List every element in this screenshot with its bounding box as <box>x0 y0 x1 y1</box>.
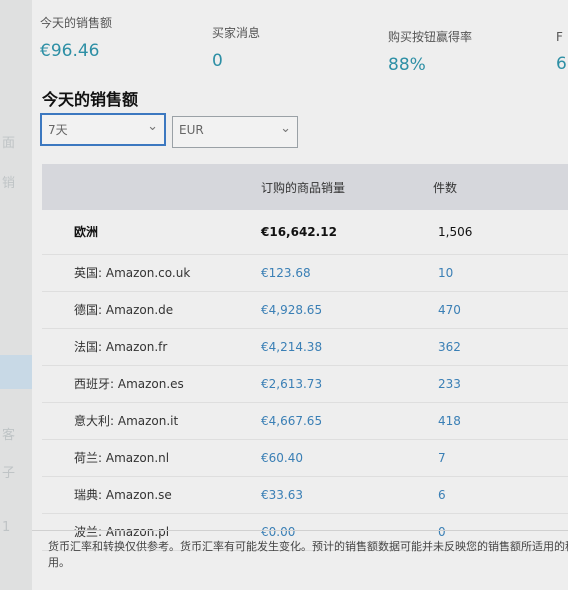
section-title: 今天的销售额 <box>42 90 139 109</box>
market-name: 欧洲 <box>42 210 260 255</box>
table-row: 法国: Amazon.fr €4,214.38 362 <box>42 328 568 366</box>
metric-buyer-messages[interactable]: 买家消息 0 <box>212 24 260 71</box>
sidebar-selected-item[interactable] <box>0 355 32 389</box>
table-header-sales: 订购的商品销量 <box>261 180 346 195</box>
units-link[interactable]: 418 <box>432 402 568 440</box>
sidebar-ghost-text: 客 <box>2 428 16 443</box>
divider <box>32 530 568 531</box>
units-link[interactable]: 362 <box>432 328 568 366</box>
table-row: 德国: Amazon.de €4,928.65 470 <box>42 291 568 329</box>
currency-select-value: EUR <box>179 123 204 137</box>
metric-today-sales[interactable]: 今天的销售额 €96.46 <box>40 14 112 61</box>
market-name: 德国: Amazon.de <box>42 291 260 329</box>
market-name: 荷兰: Amazon.nl <box>42 439 260 477</box>
metric-buybox-rate[interactable]: 购买按钮赢得率 88% <box>388 28 472 75</box>
metric-cut-off[interactable]: F 6 <box>556 30 567 74</box>
table-row: 西班牙: Amazon.es €2,613.73 233 <box>42 365 568 403</box>
market-name: 意大利: Amazon.it <box>42 402 260 440</box>
units-link[interactable]: 6 <box>432 476 568 514</box>
metric-label: 购买按钮赢得率 <box>388 30 473 44</box>
units-link[interactable]: 10 <box>432 254 568 292</box>
left-sidebar-strip: 面 销 客 子 1 <box>0 0 32 590</box>
table-row: 欧洲 €16,642.12 1,506 <box>42 210 568 255</box>
sidebar-ghost-text: 子 <box>2 466 16 481</box>
units-link[interactable]: 470 <box>432 291 568 329</box>
market-name: 英国: Amazon.co.uk <box>42 254 260 292</box>
chevron-down-icon: ⌄ <box>147 119 158 134</box>
sales-link[interactable]: €33.63 <box>260 476 432 514</box>
footnote-text-tail: 用。 <box>48 556 70 569</box>
units-link[interactable]: 233 <box>432 365 568 403</box>
sales-table: 订购的商品销量 件数 欧洲 €16,642.12 1,506 英国: Amazo… <box>42 164 568 551</box>
sales-link[interactable]: €123.68 <box>260 254 432 292</box>
units-value: 1,506 <box>432 210 568 255</box>
footnote-text: 货币汇率和转换仅供参考。货币汇率有可能发生变化。预计的销售额数据可能并未反映您的… <box>48 540 568 553</box>
metric-value: 6 <box>556 54 567 74</box>
metric-label: 今天的销售额 <box>40 16 113 30</box>
sales-link[interactable]: €2,613.73 <box>260 365 432 403</box>
metric-value: €96.46 <box>40 41 100 61</box>
metric-value: 88% <box>388 55 426 75</box>
table-row: 瑞典: Amazon.se €33.63 6 <box>42 476 568 514</box>
metric-value: 0 <box>212 51 223 71</box>
sales-link[interactable]: €4,214.38 <box>260 328 432 366</box>
metrics-bar: 今天的销售额 €96.46 买家消息 0 购买按钮赢得率 88% F 6 <box>32 0 568 82</box>
chevron-down-icon: ⌄ <box>280 121 291 136</box>
period-select[interactable]: 7天 ⌄ <box>40 113 166 146</box>
sales-value: €16,642.12 <box>260 210 432 255</box>
period-select-value: 7天 <box>48 123 68 137</box>
currency-select[interactable]: EUR ⌄ <box>172 116 298 148</box>
metric-label: 买家消息 <box>212 26 261 40</box>
table-header-row: 订购的商品销量 件数 <box>42 164 568 210</box>
market-name: 西班牙: Amazon.es <box>42 365 260 403</box>
sales-link[interactable]: €4,928.65 <box>260 291 432 329</box>
sales-link[interactable]: €4,667.65 <box>260 402 432 440</box>
currency-footnote: 货币汇率和转换仅供参考。货币汇率有可能发生变化。预计的销售额数据可能并未反映您的… <box>48 539 568 571</box>
sales-dashboard-panel: 今天的销售额 €96.46 买家消息 0 购买按钮赢得率 88% F 6 今天的… <box>32 0 568 590</box>
sales-link[interactable]: €60.40 <box>260 439 432 477</box>
market-name: 法国: Amazon.fr <box>42 328 260 366</box>
units-link[interactable]: 7 <box>432 439 568 477</box>
sidebar-ghost-text: 销 <box>2 176 16 191</box>
sidebar-ghost-text: 1 <box>2 520 11 535</box>
market-name: 瑞典: Amazon.se <box>42 476 260 514</box>
metric-label: F <box>556 30 563 44</box>
table-row: 意大利: Amazon.it €4,667.65 418 <box>42 402 568 440</box>
table-header-market <box>42 164 260 210</box>
table-header-units: 件数 <box>433 180 458 195</box>
sidebar-ghost-text: 面 <box>2 136 16 151</box>
table-row: 英国: Amazon.co.uk €123.68 10 <box>42 254 568 292</box>
table-row: 荷兰: Amazon.nl €60.40 7 <box>42 439 568 477</box>
